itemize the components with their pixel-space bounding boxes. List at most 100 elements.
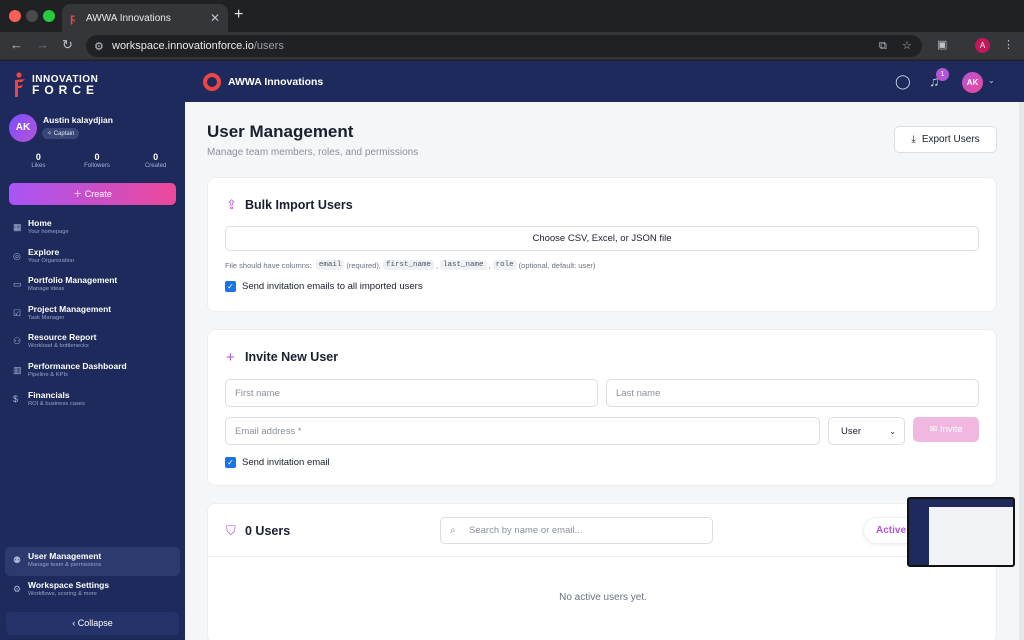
- first-name-field[interactable]: First name: [225, 379, 598, 407]
- forward-icon[interactable]: →: [36, 38, 49, 52]
- page-title: User Management: [207, 122, 354, 141]
- empty-state-text: No active users yet.: [559, 592, 647, 603]
- header-avatar[interactable]: AK: [962, 72, 983, 93]
- search-placeholder: Search by name or email...: [469, 525, 583, 536]
- search-icon: ⌕: [450, 525, 456, 536]
- browser-menu-icon[interactable]: ⋮: [1003, 38, 1014, 52]
- logo-text-line2: FORCE: [32, 83, 99, 97]
- url-path: /users: [253, 40, 284, 52]
- notification-count-badge: 1: [936, 68, 949, 81]
- browser-tab[interactable]: ϝ AWWA Innovations ✕: [62, 4, 228, 32]
- plus-icon: ＋: [73, 189, 85, 199]
- app-header: AWWA Innovations ◯ ♫ 1 AK ⌄: [185, 61, 1024, 102]
- sidebar-item-performance-dashboard[interactable]: ▥ Performance Dashboard Pipeline & KPIs: [5, 357, 180, 386]
- browser-tab-bar: ϝ AWWA Innovations ✕ +: [0, 0, 1024, 32]
- avatar[interactable]: AK: [9, 114, 37, 142]
- innovation-force-logo[interactable]: INNOVATION FORCE: [13, 72, 99, 98]
- sidebar-item-subtitle: Manage team & permissions: [28, 562, 102, 568]
- sidebar-item-workspace-settings[interactable]: ⚙ Workspace Settings Workflows, scoring …: [5, 576, 180, 605]
- sidebar-item-financials[interactable]: $ Financials ROI & business cases: [5, 386, 180, 415]
- stat-likes: 0 Likes: [13, 152, 63, 169]
- stat-label: Likes: [31, 163, 46, 169]
- invite-button[interactable]: ✉ Invite: [913, 417, 979, 442]
- bulk-import-card: ⇪ Bulk Import Users Choose CSV, Excel, o…: [207, 177, 997, 312]
- back-icon[interactable]: ←: [10, 38, 23, 52]
- export-users-button[interactable]: ⤓ Export Users: [894, 126, 997, 153]
- address-bar[interactable]: ⚙ workspace.innovationforce.io/users ⧉ ☆: [86, 35, 922, 57]
- last-name-field[interactable]: Last name: [606, 379, 979, 407]
- create-button[interactable]: ＋ Create: [9, 183, 176, 205]
- favicon-icon: ϝ: [70, 11, 76, 25]
- divider: [208, 556, 998, 557]
- invite-user-card: + Invite New User First name Last name E…: [207, 329, 997, 486]
- collapse-sidebar-button[interactable]: ‹ Collapse: [6, 612, 179, 635]
- sidebar-item-subtitle: Your homepage: [28, 229, 69, 235]
- column-email: email: [315, 260, 345, 270]
- folder-icon: ▭: [13, 279, 22, 290]
- sidebar-item-resource-report[interactable]: ⚇ Resource Report Workload & bottlenecks: [5, 328, 180, 357]
- user-stats: 0 Likes 0 Followers 0 Created: [9, 152, 185, 169]
- choose-file-button[interactable]: Choose CSV, Excel, or JSON file: [225, 226, 979, 251]
- upload-icon: ⇪: [226, 197, 237, 212]
- browser-profile-avatar[interactable]: A: [975, 38, 990, 53]
- sidebar-item-subtitle: Manage ideas: [28, 286, 65, 293]
- url-host: workspace.innovationforce.io: [112, 40, 254, 52]
- close-window-button[interactable]: [9, 10, 21, 22]
- user-cog-icon: ⚉: [13, 555, 22, 565]
- sidebar-item-title: Financials: [28, 389, 70, 400]
- window-preview-thumbnail[interactable]: [907, 497, 1015, 567]
- new-tab-icon[interactable]: +: [234, 6, 243, 24]
- maximize-window-button[interactable]: [43, 10, 55, 22]
- shield-icon: ⛉: [226, 523, 236, 538]
- org-name[interactable]: AWWA Innovations: [228, 76, 323, 88]
- rank-badge-label: Captain: [53, 131, 75, 137]
- chat-icon[interactable]: ◯: [895, 73, 911, 90]
- stat-label: Created: [144, 163, 167, 169]
- sidebar-item-project-management[interactable]: ☑ Project Management Task Manager: [5, 300, 180, 329]
- compass-icon: ◎: [13, 250, 21, 261]
- sidebar-item-explore[interactable]: ◎ Explore Your Organization: [5, 243, 180, 272]
- sidebar-item-title: Resource Report: [28, 332, 97, 343]
- sidebar-item-subtitle: Workload & bottlenecks: [28, 343, 89, 350]
- browser-toolbar: ← → ↻ ⚙ workspace.innovationforce.io/use…: [0, 32, 1024, 60]
- stat-created: 0 Created: [131, 152, 181, 169]
- column-first-name: first_name: [382, 260, 434, 270]
- search-input[interactable]: ⌕ Search by name or email...: [440, 517, 713, 544]
- sidebar-item-subtitle: ROI & business cases: [28, 400, 86, 407]
- sidebar-item-title: Home: [28, 218, 52, 228]
- export-label: Export Users: [921, 134, 980, 145]
- sidebar-item-user-management[interactable]: ⚉ User Management Manage team & permissi…: [5, 547, 180, 576]
- site-info-icon[interactable]: ⚙: [94, 40, 104, 53]
- minimize-window-button[interactable]: [26, 10, 38, 22]
- install-app-icon[interactable]: ⧉: [879, 40, 887, 53]
- role-value: User: [841, 426, 862, 437]
- send-invitation-checkbox[interactable]: ✓ Send invitation email: [225, 457, 330, 468]
- chevron-down-icon: ⌄: [889, 427, 896, 436]
- dollar-icon: $: [13, 393, 19, 404]
- sidebar-item-title: Portfolio Management: [28, 275, 118, 286]
- role-select[interactable]: User ⌄: [828, 417, 905, 445]
- bulk-import-title: Bulk Import Users: [245, 198, 353, 212]
- send-invitations-checkbox[interactable]: ✓ Send invitation emails to all imported…: [225, 281, 423, 292]
- user-name: Austin kalaydjian: [43, 115, 113, 125]
- sidebar-item-title: User Management: [28, 551, 102, 561]
- checkbox-icon: ☑: [13, 307, 22, 318]
- hint-optional: (optional, default: user): [518, 260, 596, 270]
- sidebar-item-portfolio-management[interactable]: ▭ Portfolio Management Manage ideas: [5, 271, 180, 300]
- column-role: role: [492, 260, 517, 270]
- chevron-down-icon[interactable]: ⌄: [988, 76, 995, 85]
- sidebar-item-home[interactable]: ▦ Home Your homepage: [5, 214, 180, 243]
- tab-search-icon[interactable]: ▣: [937, 38, 947, 52]
- invite-user-title: Invite New User: [245, 350, 339, 364]
- send-invitations-label: Send invitation emails to all imported u…: [242, 281, 423, 292]
- rank-badge: ✧ Captain: [42, 128, 80, 139]
- reload-icon[interactable]: ↻: [62, 38, 73, 52]
- stat-label: Followers: [84, 163, 110, 169]
- sidebar-item-subtitle: Task Manager: [28, 314, 65, 321]
- close-tab-icon[interactable]: ✕: [210, 11, 220, 25]
- column-last-name: last_name: [440, 260, 487, 270]
- bookmark-star-icon[interactable]: ☆: [902, 39, 912, 52]
- email-field[interactable]: Email address *: [225, 417, 820, 445]
- page-scrollbar[interactable]: [1019, 102, 1024, 640]
- main-content: User Management Manage team members, rol…: [185, 102, 1019, 640]
